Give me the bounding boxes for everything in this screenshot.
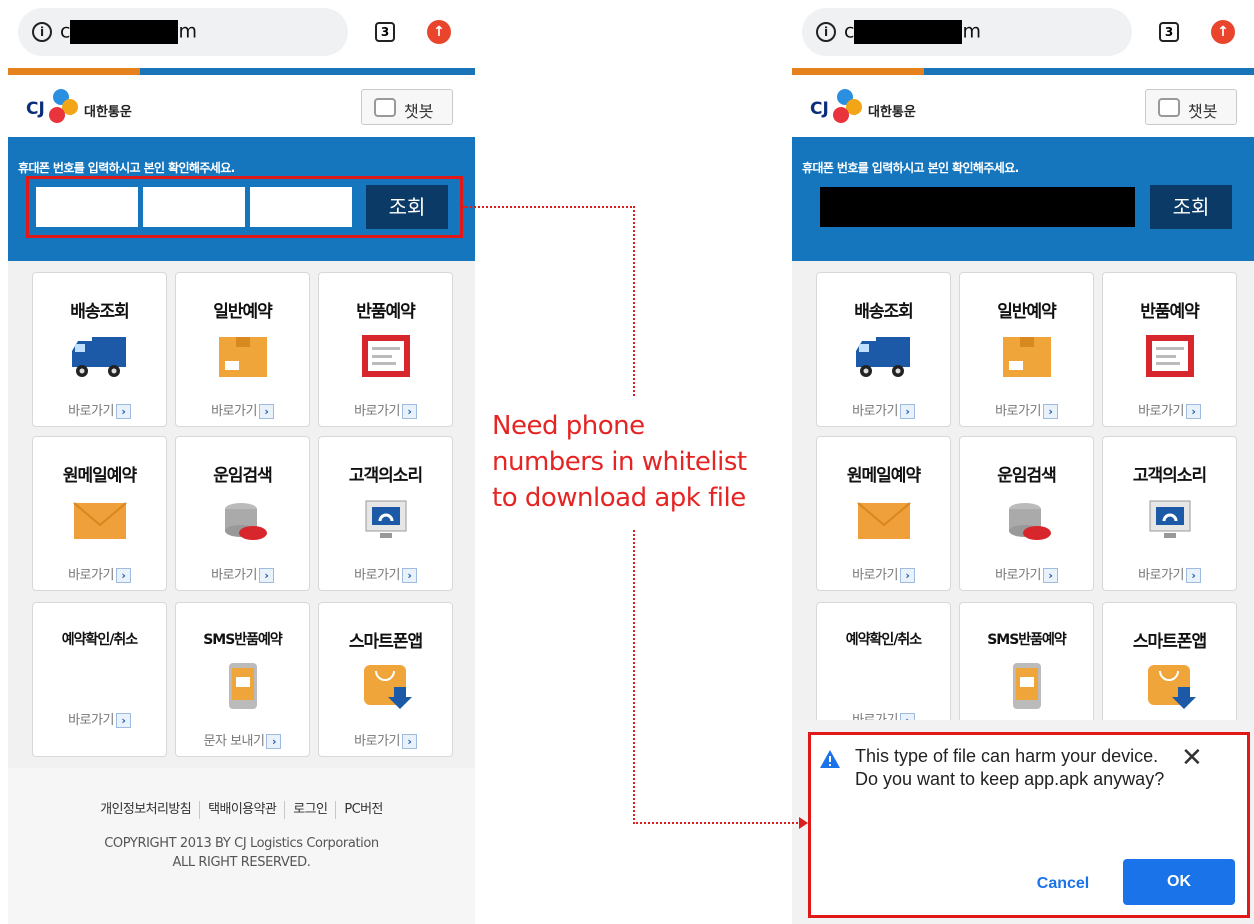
monitor-headset-icon <box>1149 500 1191 538</box>
cj-logo-mark <box>49 89 78 123</box>
chatbot-button[interactable]: 챗봇 <box>361 89 453 125</box>
monitor-headset-icon <box>365 500 407 538</box>
chevron-right-icon: › <box>1185 568 1201 583</box>
card-general-reservation[interactable]: 일반예약 바로가기 › <box>959 272 1094 427</box>
chevron-right-icon: › <box>266 734 282 749</box>
card-reservation-check[interactable]: 예약확인/취소 바로가기› <box>32 602 167 757</box>
search-prompt: 휴대폰 번호를 입력하시고 본인 확인해주세요. <box>802 161 1019 175</box>
info-circle-icon[interactable]: i <box>816 22 836 42</box>
envelope-icon <box>73 502 127 539</box>
browser-address-bar: i cm 3 ↑ <box>8 0 475 68</box>
chat-bubble-icon <box>374 98 396 117</box>
left-phone-screenshot: i cm 3 ↑ CJ 대한통운 챗봇 휴대폰 번호를 입력하시고 본인 확인해… <box>8 0 475 924</box>
footer-link-terms[interactable]: 택배이용약관 <box>208 802 277 817</box>
return-slip-icon <box>362 335 410 377</box>
card-smartphone-app[interactable]: 스마트폰앱 바로가기 › <box>318 602 453 757</box>
site-footer: 개인정보처리방침 택배이용약관 로그인 PC버전 COPYRIGHT 2013 BY … <box>8 768 475 924</box>
phone-verify-panel: 휴대폰 번호를 입력하시고 본인 확인해주세요. 조회 <box>792 137 1254 261</box>
chevron-right-icon: › <box>258 568 274 583</box>
connector-horizontal-top <box>463 206 635 208</box>
connector-vertical-top <box>633 206 635 396</box>
tab-count-icon[interactable]: 3 <box>1159 22 1179 42</box>
card-fare-search[interactable]: 운임검색 바로가기 › <box>959 436 1094 591</box>
app-download-icon <box>1148 665 1196 709</box>
browser-address-bar: i cm 3 ↑ <box>792 0 1254 68</box>
connector-arrowhead <box>799 817 808 829</box>
card-return-reservation[interactable]: 반품예약 바로가기 › <box>318 272 453 427</box>
chevron-right-icon: › <box>401 734 417 749</box>
envelope-icon <box>857 502 911 539</box>
redacted-url <box>854 20 963 44</box>
return-slip-icon <box>1146 335 1194 377</box>
chevron-right-icon: › <box>899 568 915 583</box>
chevron-right-icon: › <box>401 568 417 583</box>
annotation-note: Need phone numbers in whitelist to downl… <box>492 411 747 513</box>
chevron-right-icon: › <box>115 404 131 419</box>
redacted-url <box>70 20 179 44</box>
coins-icon <box>1009 503 1051 540</box>
info-circle-icon[interactable]: i <box>32 22 52 42</box>
footer-link-login[interactable]: 로그인 <box>293 802 328 817</box>
mobile-message-icon <box>1013 663 1041 709</box>
parcel-box-icon <box>1003 337 1051 377</box>
cj-logo-mark <box>833 89 862 123</box>
mobile-message-icon <box>229 663 257 709</box>
chevron-right-icon: › <box>401 404 417 419</box>
chevron-right-icon: › <box>115 568 131 583</box>
arrow-up-circle-icon[interactable]: ↑ <box>427 20 451 44</box>
search-button[interactable]: 조회 <box>1150 185 1232 229</box>
arrow-up-circle-icon[interactable]: ↑ <box>1211 20 1235 44</box>
card-delivery-tracking[interactable]: 배송조회 바로가기 › <box>32 272 167 427</box>
footer-links: 개인정보처리방침 택배이용약관 로그인 PC버전 <box>8 798 475 819</box>
connector-vertical-bottom <box>633 530 635 824</box>
cj-logo[interactable]: CJ 대한통운 <box>26 87 146 127</box>
coins-icon <box>225 503 267 540</box>
card-return-reservation[interactable]: 반품예약 바로가기 › <box>1102 272 1237 427</box>
copyright: COPYRIGHT 2013 BY CJ Logistics Corporati… <box>104 836 379 870</box>
redacted-phone-fields[interactable] <box>820 187 1135 227</box>
footer-link-pc[interactable]: PC버전 <box>344 802 383 817</box>
app-download-icon <box>364 665 412 709</box>
chevron-right-icon: › <box>899 404 915 419</box>
card-fare-search[interactable]: 운임검색 바로가기 › <box>175 436 310 591</box>
chevron-right-icon: › <box>1042 404 1058 419</box>
card-onemail-reservation[interactable]: 원메일예약 바로가기 › <box>32 436 167 591</box>
chat-bubble-icon <box>1158 98 1180 117</box>
parcel-box-icon <box>219 337 267 377</box>
card-customer-voice[interactable]: 고객의소리 바로가기 › <box>318 436 453 591</box>
tab-count-icon[interactable]: 3 <box>375 22 395 42</box>
chevron-right-icon: › <box>115 713 131 728</box>
page-load-progress <box>8 68 475 75</box>
search-prompt: 휴대폰 번호를 입력하시고 본인 확인해주세요. <box>18 161 235 175</box>
truck-icon <box>72 337 126 377</box>
site-header: CJ 대한통운 챗봇 <box>792 75 1254 137</box>
highlight-dialog <box>808 732 1250 918</box>
url-text: cm <box>60 20 197 44</box>
card-customer-voice[interactable]: 고객의소리 바로가기 › <box>1102 436 1237 591</box>
truck-icon <box>856 337 910 377</box>
highlight-phone-input <box>26 176 463 238</box>
footer-link-privacy[interactable]: 개인정보처리방침 <box>100 802 191 817</box>
url-field[interactable]: i cm <box>18 8 348 56</box>
card-sms-return[interactable]: SMS반품예약 문자 보내기 › <box>175 602 310 757</box>
chevron-right-icon: › <box>1185 404 1201 419</box>
url-text: cm <box>844 20 981 44</box>
chevron-right-icon: › <box>1042 568 1058 583</box>
card-onemail-reservation[interactable]: 원메일예약 바로가기 › <box>816 436 951 591</box>
page-load-progress <box>792 68 1254 75</box>
card-general-reservation[interactable]: 일반예약 바로가기 › <box>175 272 310 427</box>
url-field[interactable]: i cm <box>802 8 1132 56</box>
chevron-right-icon: › <box>258 404 274 419</box>
chatbot-button[interactable]: 챗봇 <box>1145 89 1237 125</box>
site-header: CJ 대한통운 챗봇 <box>8 75 475 137</box>
connector-horizontal-bottom <box>633 822 801 824</box>
card-delivery-tracking[interactable]: 배송조회 바로가기 › <box>816 272 951 427</box>
cj-logo[interactable]: CJ 대한통운 <box>810 87 930 127</box>
